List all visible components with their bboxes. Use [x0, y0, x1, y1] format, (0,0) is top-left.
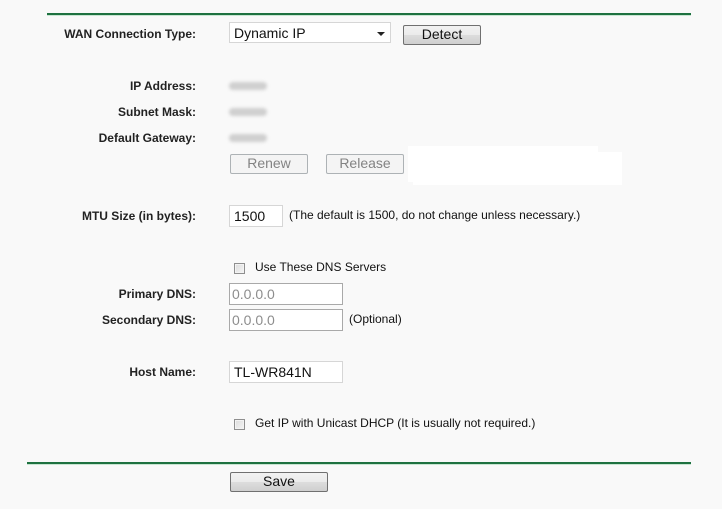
chevron-down-icon	[377, 32, 385, 36]
top-divider	[47, 13, 691, 16]
unicast-dhcp-label: Get IP with Unicast DHCP (It is usually …	[255, 416, 536, 430]
save-button[interactable]: Save	[230, 472, 328, 492]
ip-address-value	[229, 82, 267, 90]
primary-dns-label: Primary DNS:	[118, 287, 196, 301]
mtu-size-label: MTU Size (in bytes):	[81, 209, 196, 223]
release-button[interactable]: Release	[326, 154, 404, 174]
renew-button[interactable]: Renew	[230, 154, 308, 174]
use-dns-servers-checkbox[interactable]	[234, 263, 245, 274]
default-gateway-value	[229, 134, 267, 142]
wan-connection-type-label: WAN Connection Type:	[64, 27, 196, 41]
optional-note: (Optional)	[349, 312, 402, 326]
bottom-divider	[27, 462, 691, 465]
redacted-area-2	[413, 152, 622, 185]
subnet-mask-value	[229, 108, 267, 116]
mtu-size-input[interactable]: 1500	[229, 205, 283, 227]
wan-connection-type-select[interactable]: Dynamic IP	[229, 22, 391, 43]
default-gateway-label: Default Gateway:	[98, 131, 196, 145]
unicast-dhcp-checkbox[interactable]	[234, 419, 245, 430]
secondary-dns-label: Secondary DNS:	[101, 313, 196, 327]
subnet-mask-label: Subnet Mask:	[117, 105, 196, 119]
wan-connection-type-value: Dynamic IP	[234, 25, 306, 41]
host-name-label: Host Name:	[129, 365, 196, 379]
use-dns-servers-label: Use These DNS Servers	[255, 260, 387, 274]
secondary-dns-input[interactable]: 0.0.0.0	[229, 309, 343, 331]
detect-button[interactable]: Detect	[403, 25, 481, 45]
primary-dns-input[interactable]: 0.0.0.0	[229, 283, 343, 305]
ip-address-label: IP Address:	[129, 79, 196, 93]
mtu-hint: (The default is 1500, do not change unle…	[289, 208, 581, 222]
host-name-input[interactable]: TL-WR841N	[229, 361, 343, 383]
